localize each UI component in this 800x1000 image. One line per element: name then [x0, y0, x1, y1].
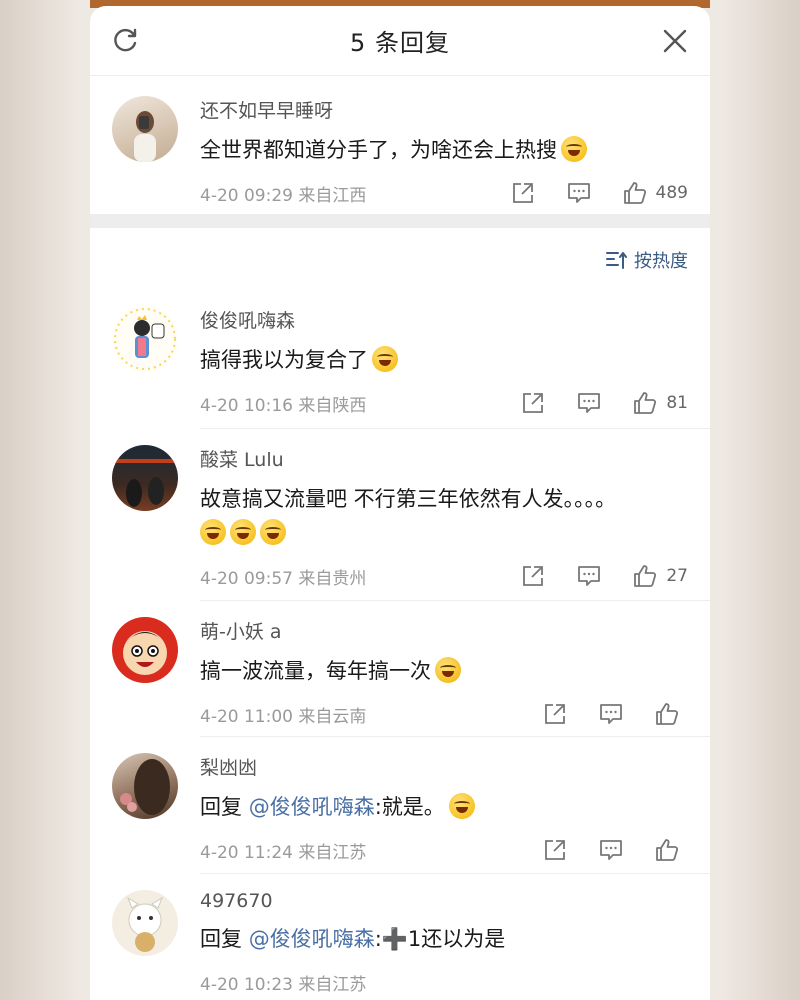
- reply-item: 俊俊吼嗨森 搞得我以为复合了 4-20 10:16 来自陕西 81: [90, 292, 710, 429]
- mention-link[interactable]: @俊俊吼嗨森: [249, 927, 375, 951]
- avatar[interactable]: [112, 890, 178, 956]
- like-button[interactable]: [654, 701, 688, 727]
- sort-label: 按热度: [634, 251, 688, 272]
- comment-author[interactable]: 497670: [200, 890, 688, 912]
- replies-sheet: 5 条回复 还不如早早睡呀 全世界都知道分手了，为啥还会上热搜 4-20 09:…: [90, 6, 710, 1000]
- laugh-cry-emoji: [230, 519, 256, 545]
- close-icon[interactable]: [660, 26, 690, 56]
- sort-icon: [606, 252, 627, 269]
- comment-time-location: 4-20 09:29 来自江西: [200, 185, 367, 206]
- comment-actions: [512, 694, 688, 734]
- comment-icon: [600, 704, 622, 724]
- share-icon: [523, 566, 544, 586]
- comment-button[interactable]: [576, 390, 602, 416]
- share-icon: [545, 840, 565, 860]
- like-button[interactable]: 27: [632, 563, 688, 589]
- comment-actions: 27: [490, 556, 688, 596]
- comment-author[interactable]: 还不如早早睡呀: [200, 96, 688, 123]
- comment-button[interactable]: [576, 563, 602, 589]
- like-count: 27: [666, 566, 688, 586]
- avatar[interactable]: [112, 306, 178, 372]
- comment-actions: 489: [480, 173, 688, 213]
- comment-icon: [567, 183, 590, 203]
- comment-meta: 4-20 11:00 来自云南: [200, 694, 688, 734]
- laugh-cry-emoji: [448, 793, 475, 819]
- like-icon: [634, 565, 657, 587]
- like-count: 489: [655, 183, 688, 203]
- comment-button[interactable]: [598, 837, 624, 863]
- share-button[interactable]: [510, 180, 536, 206]
- comment-meta: 4-20 09:29 来自江西 489: [200, 173, 688, 213]
- comment-button[interactable]: [598, 701, 624, 727]
- comment-icon: [600, 840, 622, 860]
- comment-icon: [578, 393, 601, 413]
- share-button[interactable]: [542, 837, 568, 863]
- reply-item: 497670 回复 @俊俊吼嗨森:➕1还以为是 4-20 10:23 来自江苏: [90, 874, 710, 1000]
- comment-author[interactable]: 酸菜 Lulu: [200, 445, 688, 472]
- like-button[interactable]: 81: [632, 390, 688, 416]
- like-button[interactable]: 489: [622, 180, 688, 206]
- comment-button[interactable]: [566, 180, 592, 206]
- comment-time-location: 4-20 11:24 来自江苏: [200, 842, 367, 863]
- like-icon: [656, 703, 679, 725]
- comment-text: 搞一波流量，每年搞一次: [200, 654, 688, 688]
- comment-time-location: 4-20 10:23 来自江苏: [200, 974, 367, 995]
- avatar[interactable]: [112, 96, 178, 162]
- like-icon: [656, 839, 679, 861]
- avatar[interactable]: [112, 445, 178, 511]
- laugh-cry-emoji: [260, 519, 286, 545]
- refresh-icon[interactable]: [110, 26, 140, 56]
- comment-text: 回复 @俊俊吼嗨森:就是。: [200, 790, 688, 824]
- share-button[interactable]: [542, 701, 568, 727]
- share-icon: [545, 704, 565, 724]
- sort-toggle[interactable]: 按热度: [90, 228, 710, 292]
- share-icon: [523, 393, 544, 413]
- share-button[interactable]: [520, 390, 546, 416]
- comment-time-location: 4-20 09:57 来自贵州: [200, 568, 367, 589]
- comment-actions: [512, 830, 688, 870]
- reply-item: 梨凼凼 回复 @俊俊吼嗨森:就是。 4-20 11:24 来自江苏: [90, 737, 710, 874]
- comment-author[interactable]: 萌-小妖 a: [200, 617, 688, 644]
- comment-meta: 4-20 09:57 来自贵州 27: [200, 556, 688, 596]
- comment-text: 回复 @俊俊吼嗨森:➕1还以为是: [200, 927, 506, 951]
- comment-icon: [578, 566, 601, 586]
- avatar[interactable]: [112, 753, 178, 819]
- comment-time-location: 4-20 11:00 来自云南: [200, 706, 367, 727]
- like-icon: [634, 392, 657, 414]
- comment-time-location: 4-20 10:16 来自陕西: [200, 395, 367, 416]
- laugh-cry-emoji: [561, 136, 587, 162]
- reply-item: 酸菜 Lulu 故意搞又流量吧 不行第三年依然有人发。。。。 4-20 09:5…: [90, 429, 710, 601]
- like-count: 81: [666, 393, 688, 413]
- share-button[interactable]: [520, 563, 546, 589]
- comment-author[interactable]: 梨凼凼: [200, 753, 688, 780]
- laugh-cry-emoji: [372, 346, 398, 372]
- root-comment: 还不如早早睡呀 全世界都知道分手了，为啥还会上热搜 4-20 09:29 来自江…: [90, 76, 710, 214]
- comment-meta: 4-20 11:24 来自江苏: [200, 830, 688, 870]
- section-gap: [90, 214, 710, 228]
- laugh-cry-emoji: [200, 519, 226, 545]
- sheet-header: 5 条回复: [90, 6, 710, 76]
- mention-link[interactable]: @俊俊吼嗨森: [249, 795, 375, 819]
- like-button[interactable]: [654, 837, 688, 863]
- avatar[interactable]: [112, 617, 178, 683]
- share-icon: [512, 183, 533, 203]
- comment-text: 搞得我以为复合了: [200, 343, 688, 377]
- page-title: 5 条回复: [350, 29, 450, 57]
- comment-actions: 81: [490, 383, 688, 423]
- comment-meta: 4-20 10:23 来自江苏: [200, 962, 688, 1000]
- comment-author[interactable]: 俊俊吼嗨森: [200, 306, 688, 333]
- comment-meta: 4-20 10:16 来自陕西 81: [200, 383, 688, 423]
- like-icon: [623, 182, 646, 204]
- reply-item: 萌-小妖 a 搞一波流量，每年搞一次 4-20 11:00 来自云南: [90, 601, 710, 737]
- comment-text: 故意搞又流量吧 不行第三年依然有人发。。。。: [200, 482, 688, 550]
- crying-emoji: [435, 657, 461, 683]
- comment-text: 全世界都知道分手了，为啥还会上热搜: [200, 133, 688, 167]
